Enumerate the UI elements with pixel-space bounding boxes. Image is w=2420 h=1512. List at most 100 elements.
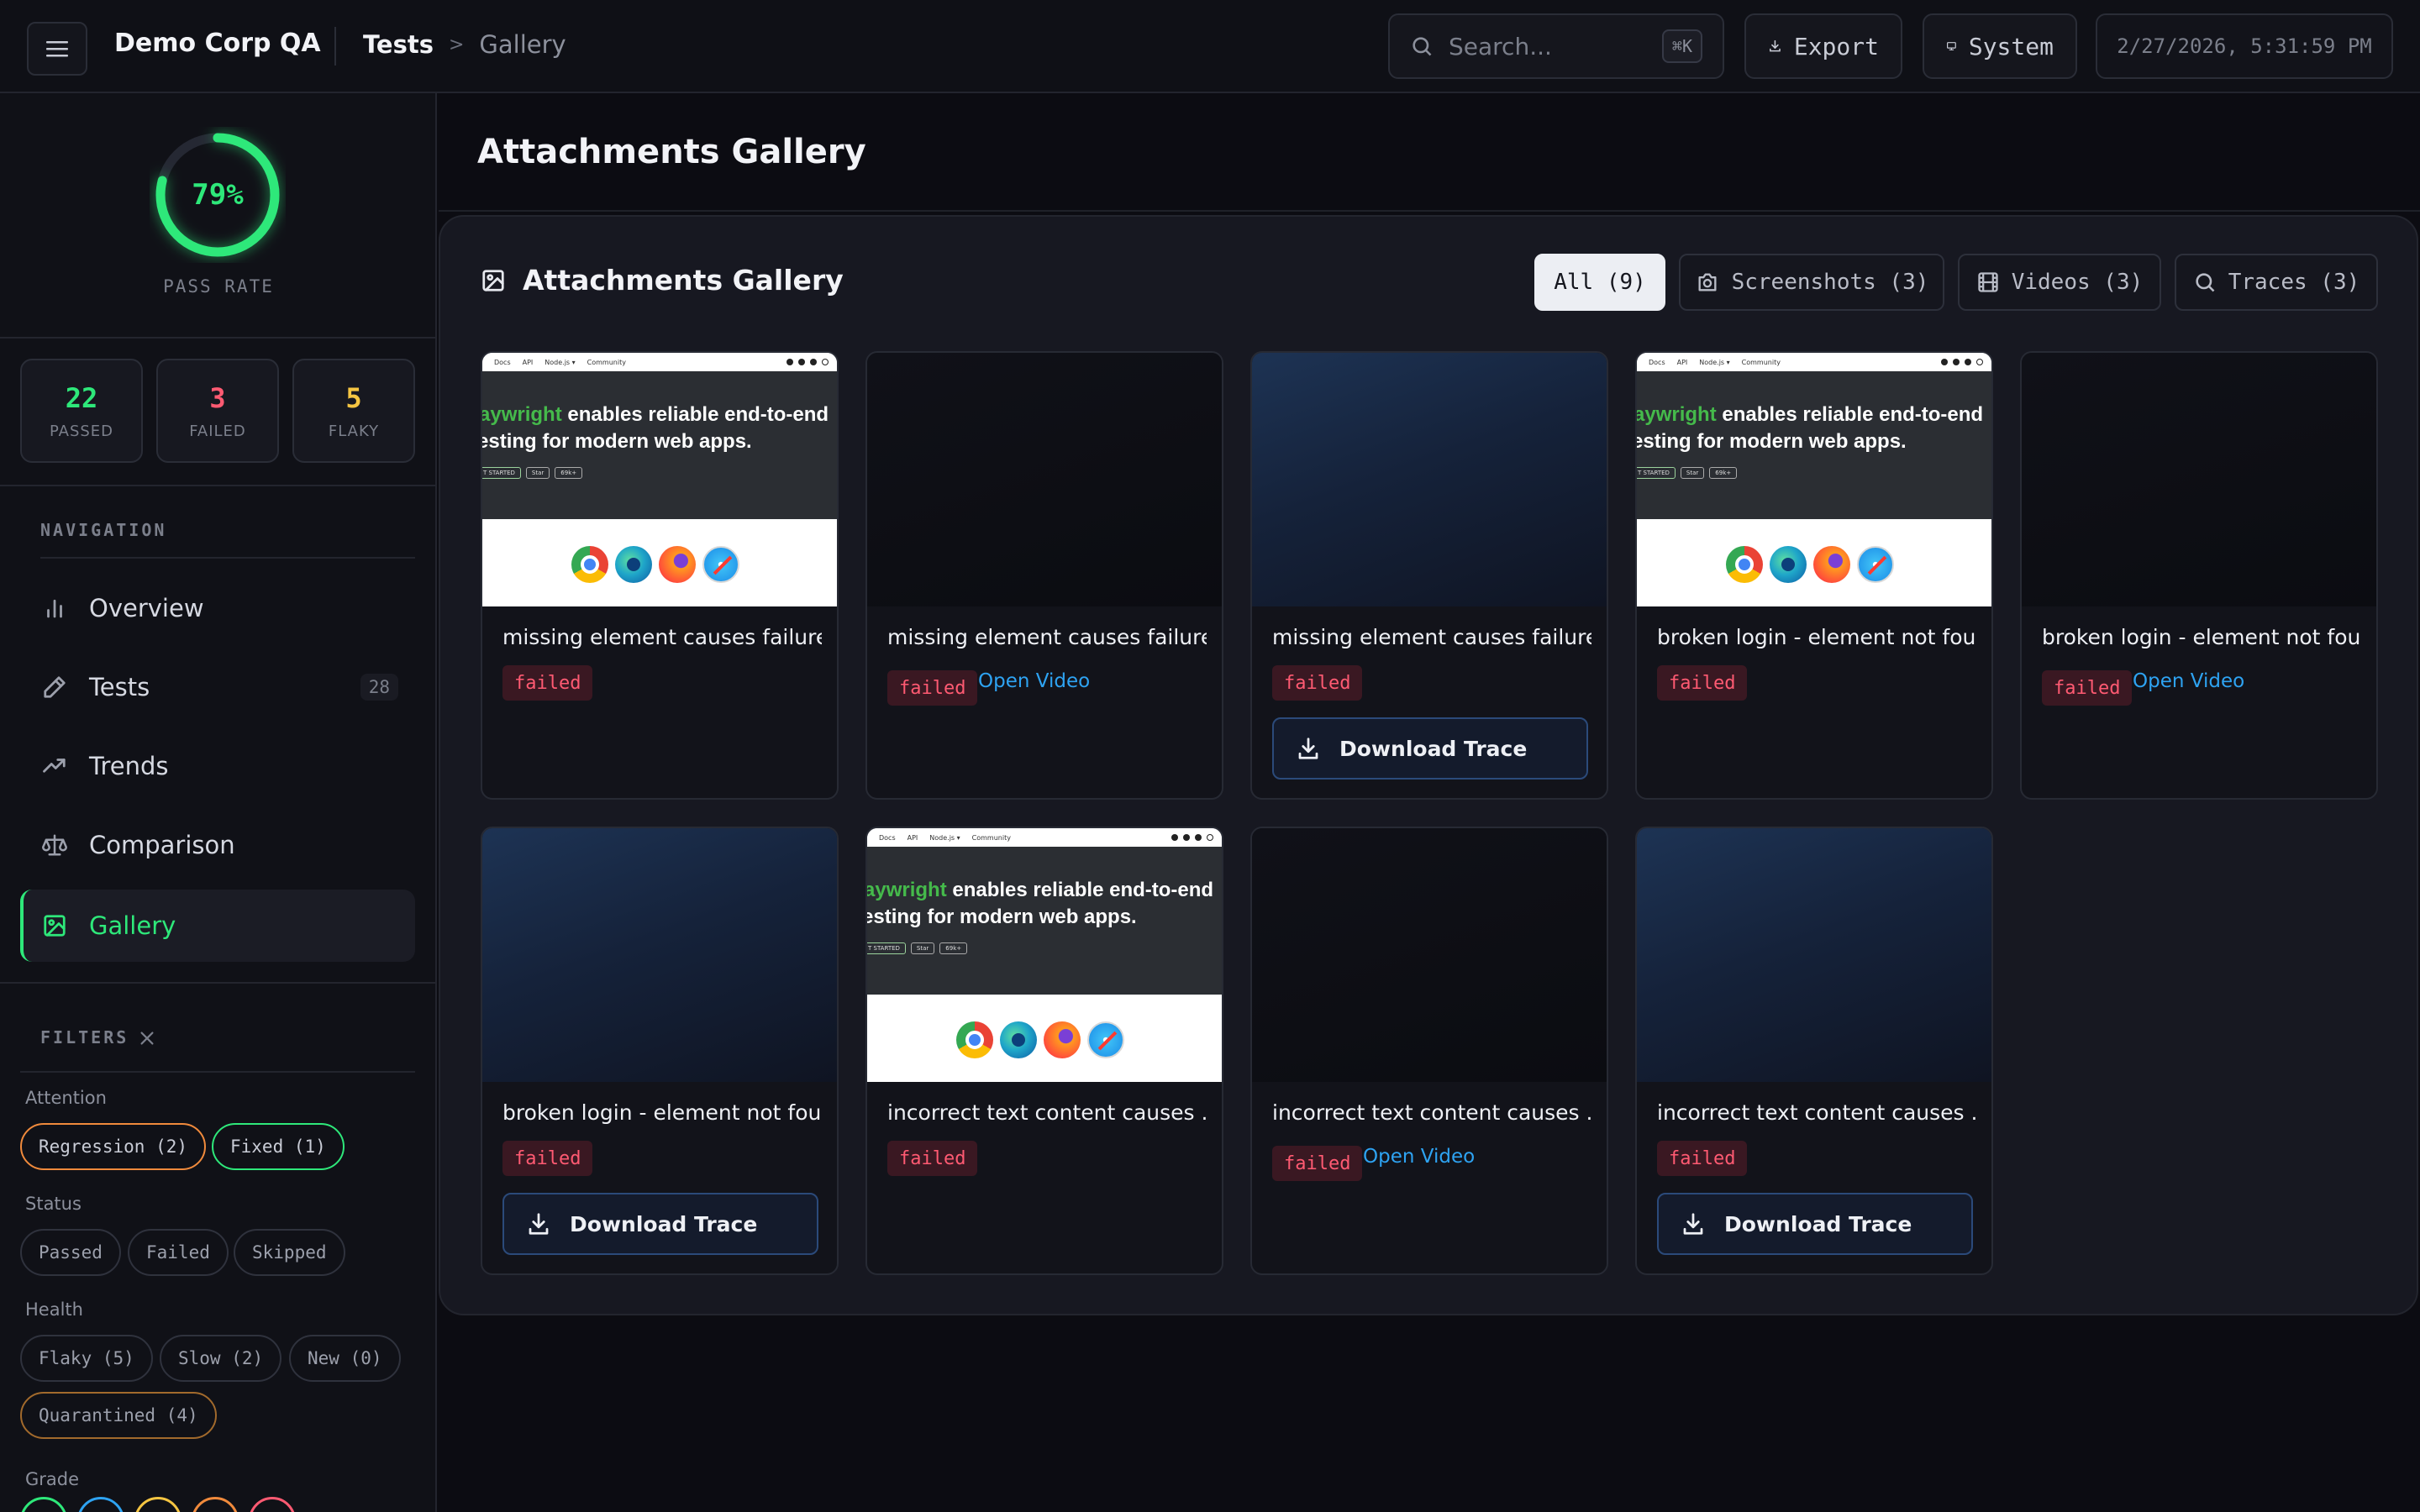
nav-item-tests[interactable]: Tests 28 <box>20 651 415 723</box>
download-trace-button[interactable]: Download Trace <box>502 1193 818 1255</box>
download-trace-button[interactable]: Download Trace <box>1272 717 1588 780</box>
stat-passed-value: 22 <box>65 381 98 414</box>
status-badge: failed <box>1657 665 1748 701</box>
firefox-logo-icon <box>1044 1021 1081 1058</box>
firefox-logo-icon <box>1813 546 1850 583</box>
trace-thumbnail[interactable] <box>1252 353 1607 606</box>
filter-chip-quarantined[interactable]: Quarantined (4) <box>20 1392 217 1439</box>
breadcrumb-tests[interactable]: Tests <box>363 30 434 59</box>
browser-logos <box>571 546 739 583</box>
preview-nav-item: API <box>522 358 534 366</box>
open-video-link[interactable]: Open Video <box>978 670 1090 692</box>
open-video-link[interactable]: Open Video <box>2133 670 2244 692</box>
page-title: Attachments Gallery <box>477 133 866 171</box>
attachment-title: incorrect text content causes ... <box>1657 1100 1976 1125</box>
sidebar: 79% PASS RATE 22 PASSED 3 FAILED 5 FLAKY… <box>0 93 437 1512</box>
export-button[interactable]: Export <box>1744 13 1902 79</box>
nav-label: Gallery <box>89 911 176 940</box>
filter-chip-flaky[interactable]: Flaky (5) <box>20 1335 153 1382</box>
pass-rate-label: PASS RATE <box>163 276 274 297</box>
nav-item-trends[interactable]: Trends <box>20 730 415 802</box>
filter-chip-passed[interactable]: Passed <box>20 1229 121 1276</box>
stat-passed[interactable]: 22 PASSED <box>20 359 143 463</box>
tab-all[interactable]: All (9) <box>1534 254 1665 311</box>
nav-item-overview[interactable]: Overview <box>20 572 415 644</box>
stat-flaky[interactable]: 5 FLAKY <box>292 359 415 463</box>
attachment-card-video[interactable]: broken login - element not fou... failed… <box>2020 351 2378 800</box>
filter-chip-regression[interactable]: Regression (2) <box>20 1123 207 1170</box>
clear-filters-icon[interactable] <box>138 1029 156 1047</box>
preview-headline: aywright enables reliable end-to-end <box>482 403 829 426</box>
tab-traces[interactable]: Traces (3) <box>2175 254 2378 311</box>
download-trace-label: Download Trace <box>570 1211 758 1236</box>
preview-nav-item: Community <box>971 833 1011 842</box>
attachment-card-screenshot[interactable]: Docs API Node.js ▾ Community aywright enabl… <box>865 827 1223 1275</box>
nav-label: Tests <box>89 673 150 701</box>
preview-buttons: T STARTED Star 69k+ <box>482 467 583 479</box>
nav-item-comparison[interactable]: Comparison <box>20 809 415 881</box>
top-bar: Demo Corp QA Tests > Gallery Search... ⌘… <box>0 0 2420 93</box>
attachment-title: broken login - element not fou... <box>502 1100 822 1125</box>
screenshot-thumbnail[interactable]: Docs API Node.js ▾ Community aywright enabl… <box>867 828 1222 1082</box>
attachment-card-trace[interactable]: broken login - element not fou... failed… <box>481 827 839 1275</box>
attachment-card-trace[interactable]: missing element causes failure failed Do… <box>1250 351 1608 800</box>
screenshot-thumbnail[interactable]: Docs API Node.js ▾ Community aywright enabl… <box>482 353 837 606</box>
attachment-card-video[interactable]: incorrect text content causes ... failed… <box>1250 827 1608 1275</box>
preview-headline: aywright enables reliable end-to-end <box>1637 403 1984 426</box>
trace-thumbnail[interactable] <box>1637 828 1991 1082</box>
nav-section-title: NAVIGATION <box>40 520 167 540</box>
image-icon <box>44 915 66 937</box>
divider <box>0 485 435 486</box>
firefox-logo-icon <box>659 546 696 583</box>
status-badge: failed <box>2042 670 2133 706</box>
divider <box>20 1071 415 1073</box>
status-badge: failed <box>1657 1141 1748 1176</box>
preview-hero: aywright enables reliable end-to-end est… <box>482 371 837 519</box>
download-icon <box>529 1213 549 1235</box>
filter-group-status: Status <box>25 1194 82 1214</box>
attachment-card-screenshot[interactable]: Docs API Node.js ▾ Community aywright enabl… <box>1635 351 1993 800</box>
edge-logo-icon <box>615 546 652 583</box>
tab-label: Screenshots (3) <box>1731 270 1929 295</box>
attachment-title: incorrect text content causes ... <box>1272 1100 1591 1125</box>
filter-chip-new[interactable]: New (0) <box>289 1335 401 1382</box>
search-icon <box>1413 37 1432 56</box>
tab-screenshots[interactable]: Screenshots (3) <box>1679 254 1944 311</box>
theme-button[interactable]: System <box>1923 13 2077 79</box>
chrome-logo-icon <box>571 546 608 583</box>
attachment-card-trace[interactable]: incorrect text content causes ... failed… <box>1635 827 1993 1275</box>
divider <box>40 557 415 559</box>
attachment-card-screenshot[interactable]: Docs API Node.js ▾ Community aywright enabl… <box>481 351 839 800</box>
stat-flaky-value: 5 <box>345 381 362 414</box>
filter-chip-failed[interactable]: Failed <box>128 1229 229 1276</box>
trace-thumbnail[interactable] <box>482 828 837 1082</box>
open-video-link[interactable]: Open Video <box>1363 1146 1475 1168</box>
filter-chip-slow[interactable]: Slow (2) <box>160 1335 282 1382</box>
attachment-card-video[interactable]: missing element causes failure failed Ope… <box>865 351 1223 800</box>
divider <box>0 337 435 339</box>
filter-chip-fixed[interactable]: Fixed (1) <box>212 1123 345 1170</box>
filter-chip-skipped[interactable]: Skipped <box>234 1229 345 1276</box>
tests-count-badge: 28 <box>360 674 398 701</box>
pencil-icon <box>44 676 66 698</box>
stat-failed[interactable]: 3 FAILED <box>156 359 279 463</box>
download-trace-label: Download Trace <box>1724 1211 1912 1236</box>
filter-group-attention: Attention <box>25 1088 107 1108</box>
nav-label: Comparison <box>89 831 235 859</box>
menu-button[interactable] <box>27 22 87 76</box>
video-thumbnail[interactable] <box>867 353 1222 606</box>
search-input[interactable]: Search... ⌘K <box>1388 13 1724 79</box>
video-thumbnail[interactable] <box>1252 828 1607 1082</box>
nav-item-gallery[interactable]: Gallery <box>20 890 415 962</box>
stat-failed-value: 3 <box>209 381 226 414</box>
download-trace-button[interactable]: Download Trace <box>1657 1193 1973 1255</box>
chrome-logo-icon <box>1726 546 1763 583</box>
tab-videos[interactable]: Videos (3) <box>1958 254 2161 311</box>
safari-logo-icon <box>1857 546 1894 583</box>
attachment-title: incorrect text content causes ... <box>887 1100 1207 1125</box>
attachment-title: broken login - element not fou... <box>1657 625 1976 649</box>
attachment-title: broken login - element not fou... <box>2042 625 2361 649</box>
screenshot-thumbnail[interactable]: Docs API Node.js ▾ Community aywright enabl… <box>1637 353 1991 606</box>
video-thumbnail[interactable] <box>2022 353 2376 606</box>
status-badge: failed <box>887 1141 978 1176</box>
